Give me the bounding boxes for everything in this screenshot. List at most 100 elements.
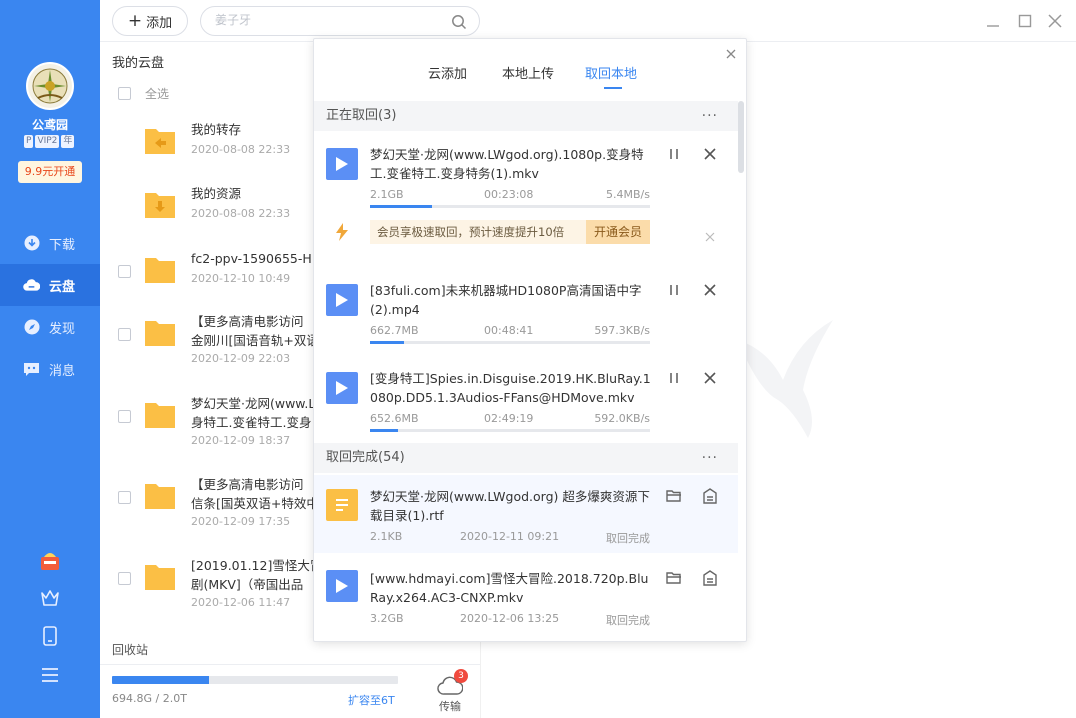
storage-bar (112, 676, 398, 684)
close-window-icon[interactable] (1046, 12, 1064, 30)
download-task[interactable]: [变身特工]Spies.in.Disguise.2019.HK.BluRay.1… (314, 363, 738, 443)
sidebar: 公鸢园 P VIP2 年 9.9元开通 下载 云盘 发现 消息 (0, 0, 100, 718)
maximize-icon[interactable] (1016, 12, 1034, 30)
compass-icon (23, 319, 40, 336)
transfer-count-badge: 3 (454, 669, 468, 683)
search-icon[interactable] (451, 14, 467, 34)
cancel-icon[interactable] (702, 282, 718, 298)
crown-icon[interactable] (39, 587, 61, 609)
cloud-storage-icon[interactable] (702, 488, 718, 504)
transfer-label: 传输 (439, 700, 461, 713)
row-checkbox[interactable] (118, 572, 131, 585)
task-progress-fill (370, 205, 432, 208)
breadcrumb[interactable]: 我的云盘 (112, 52, 164, 71)
divider (100, 664, 480, 665)
folder-icon (144, 480, 176, 510)
add-button[interactable]: + 添加 (112, 6, 188, 36)
task-name: 梦幻天堂·龙网(www.LWgod.org) 超多爆爽资源下载目录(1).rtf (370, 489, 650, 523)
tab-local-upload[interactable]: 本地上传 (502, 63, 554, 82)
menu-icon[interactable] (39, 664, 61, 686)
open-folder-icon[interactable] (666, 570, 682, 586)
nav-download[interactable]: 下载 (0, 222, 100, 264)
task-date: 2020-12-11 09:21 (460, 530, 560, 543)
row-checkbox[interactable] (118, 265, 131, 278)
badge-year: 年 (61, 135, 75, 148)
recycle-bin[interactable]: 回收站 (112, 641, 148, 658)
row-checkbox[interactable] (118, 491, 131, 504)
pause-icon[interactable] (666, 146, 682, 162)
search-box[interactable] (200, 6, 480, 36)
download-task[interactable]: [83fuli.com]未来机器城HD1080P高清国语中字(2).mp4 66… (314, 275, 738, 361)
minimize-icon[interactable] (984, 12, 1002, 30)
nav-cloud[interactable]: 云盘 (0, 264, 100, 306)
scrollbar[interactable] (738, 101, 744, 173)
row-checkbox[interactable] (118, 410, 131, 423)
promo-button[interactable]: 9.9元开通 (18, 161, 82, 183)
gift-box-icon[interactable] (39, 550, 61, 572)
completed-task[interactable]: 梦幻天堂·龙网(www.LWgod.org) 超多爆爽资源下载目录(1).rtf… (314, 475, 738, 553)
nav-discover[interactable]: 发现 (0, 306, 100, 348)
top-bar: + 添加 (100, 0, 1076, 42)
transfer-folder-icon (144, 125, 176, 155)
open-folder-icon[interactable] (666, 488, 682, 504)
expand-storage-link[interactable]: 扩容至6T (348, 692, 395, 708)
video-file-icon (326, 570, 358, 602)
file-date: 2020-12-06 11:47 (191, 596, 291, 609)
more-icon[interactable]: ··· (702, 101, 718, 131)
nav-message-label: 消息 (49, 363, 76, 379)
transfer-button[interactable]: 3 传输 (430, 669, 470, 714)
cancel-icon[interactable] (702, 370, 718, 386)
folder-icon (144, 317, 176, 347)
plus-icon: + (127, 11, 143, 31)
video-file-icon (326, 148, 358, 180)
select-all-label: 全选 (145, 87, 170, 101)
file-date: 2020-12-09 18:37 (191, 434, 291, 447)
storage-text: 694.8G / 2.0T (112, 692, 187, 705)
popup-tabs: 云添加 本地上传 取回本地 (314, 63, 746, 91)
task-progress (370, 205, 650, 208)
more-icon[interactable]: ··· (702, 443, 718, 473)
task-progress (370, 429, 650, 432)
task-progress (370, 341, 650, 344)
row-checkbox[interactable] (118, 328, 131, 341)
username: 公鸢园 (31, 118, 68, 132)
completed-task[interactable]: [www.hdmayi.com]雪怪大冒险.2018.720p.BluRay.x… (314, 557, 738, 637)
pause-icon[interactable] (666, 282, 682, 298)
task-status: 取回完成 (606, 532, 650, 545)
video-file-icon (326, 284, 358, 316)
phone-icon[interactable] (39, 625, 61, 647)
file-date: 2020-12-09 22:03 (191, 352, 291, 365)
task-speed: 592.0KB/s (594, 412, 650, 425)
task-size: 2.1GB (370, 188, 404, 201)
select-all-checkbox[interactable] (118, 87, 131, 100)
section-title: 正在取回(3) (326, 108, 397, 123)
transfer-popup: 云添加 本地上传 取回本地 正在取回(3) ··· 梦幻天堂·龙网(www.LW… (313, 38, 747, 642)
task-size: 652.6MB (370, 412, 419, 425)
resource-folder-icon (144, 189, 176, 219)
select-all[interactable]: 全选 (118, 85, 169, 102)
download-icon (23, 235, 40, 252)
task-date: 2020-12-06 13:25 (460, 612, 560, 625)
folder-icon (144, 399, 176, 429)
search-input[interactable] (215, 13, 445, 27)
tab-retrieve-local[interactable]: 取回本地 (585, 63, 637, 82)
task-time: 02:49:19 (484, 412, 534, 425)
task-time: 00:23:08 (484, 188, 534, 201)
nav-download-label: 下载 (49, 237, 76, 253)
file-date: 2020-08-08 22:33 (191, 207, 291, 220)
badge-p: P (24, 135, 34, 148)
tab-cloud-add[interactable]: 云添加 (428, 63, 467, 82)
nav-message[interactable]: 消息 (0, 348, 100, 390)
cancel-icon[interactable] (702, 146, 718, 162)
file-date: 2020-12-10 10:49 (191, 272, 291, 285)
cloud-storage-icon[interactable] (702, 570, 718, 586)
vip-badges: P VIP2 年 (24, 135, 75, 148)
folder-icon (144, 561, 176, 591)
pause-icon[interactable] (666, 370, 682, 386)
avatar[interactable] (26, 62, 74, 110)
dismiss-icon[interactable] (705, 227, 715, 246)
open-vip-button[interactable]: 开通会员 (586, 220, 650, 244)
badge-vip: VIP2 (35, 135, 60, 148)
download-task[interactable]: 梦幻天堂·龙网(www.LWgod.org).1080p.变身特工.变雀特工.变… (314, 139, 738, 215)
close-icon[interactable] (724, 47, 738, 61)
